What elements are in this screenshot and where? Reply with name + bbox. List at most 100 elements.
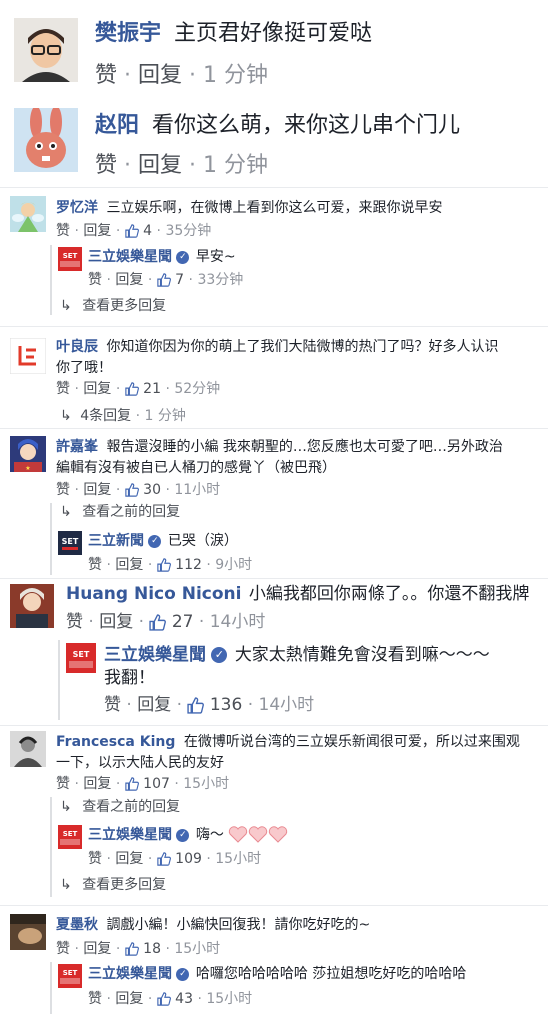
avatar[interactable]: ★ <box>10 436 46 472</box>
verified-badge-icon: ✓ <box>148 534 162 548</box>
reply-button[interactable]: 回复 <box>115 851 143 867</box>
timestamp[interactable]: 14小时 <box>210 612 266 632</box>
page-avatar[interactable]: SET <box>58 825 82 849</box>
like-count[interactable]: 7 <box>175 272 184 288</box>
like-count[interactable]: 30 <box>143 482 161 498</box>
comment-text: 你知道你因为你的萌上了我们大陆微博的热门了吗？好多人认识 <box>106 339 499 355</box>
comment-author[interactable]: 夏墨秋 <box>56 917 98 933</box>
reply-button[interactable]: 回复 <box>138 63 182 88</box>
comment-author[interactable]: 赵阳 <box>95 113 139 138</box>
comment-actions: 赞 · 回复 · 21 · 52分钟 <box>56 381 221 397</box>
like-button[interactable]: 赞 <box>66 612 83 632</box>
comment-author[interactable]: 許嘉峯 <box>56 439 98 455</box>
timestamp[interactable]: 14小时 <box>259 695 315 715</box>
reply-author[interactable]: 三立新聞 <box>88 533 144 549</box>
view-previous-replies[interactable]: ↳ 查看之前的回复 <box>60 796 180 818</box>
page-avatar[interactable]: SET <box>58 247 82 271</box>
thumbs-up-icon <box>157 992 171 1006</box>
reply-button[interactable]: 回复 <box>115 991 143 1007</box>
page-avatar[interactable]: SET <box>58 964 82 988</box>
reply-author[interactable]: 三立娛樂星聞 <box>104 645 206 665</box>
reply-text: 已哭（淚） <box>167 533 238 549</box>
svg-text:SET: SET <box>62 537 79 546</box>
timestamp[interactable]: 35分钟 <box>165 223 211 239</box>
page-avatar[interactable]: SET <box>66 643 96 673</box>
reply-button[interactable]: 回复 <box>115 272 143 288</box>
avatar[interactable] <box>10 338 46 374</box>
comment-actions: 赞 · 回复 · 1 分钟 <box>95 63 269 88</box>
comment-text: 三立娱乐啊，在微博上看到你这么可爱，来跟你说早安 <box>106 200 443 216</box>
comment-author[interactable]: Francesca King <box>56 734 175 750</box>
view-more-replies[interactable]: ↳ 查看更多回复 <box>60 295 166 317</box>
reply-button[interactable]: 回复 <box>137 695 171 715</box>
thumbs-up-icon <box>125 777 139 791</box>
view-more-replies[interactable]: ↳ 查看更多回复 <box>60 874 166 896</box>
like-button[interactable]: 赞 <box>56 223 70 239</box>
like-button[interactable]: 赞 <box>56 482 70 498</box>
like-button[interactable]: 赞 <box>88 272 102 288</box>
like-button[interactable]: 赞 <box>56 776 70 792</box>
avatar[interactable] <box>10 731 46 767</box>
like-button[interactable]: 赞 <box>56 381 70 397</box>
thumbs-up-icon <box>187 696 205 714</box>
thumbs-up-icon <box>157 558 171 572</box>
avatar[interactable] <box>10 914 46 950</box>
reply-author[interactable]: 三立娛樂星聞 <box>88 966 172 982</box>
heart-emoji-icon <box>229 826 288 843</box>
timestamp[interactable]: 15小时 <box>174 941 220 957</box>
comment-7: Francesca King 在微博听说台湾的三立娱乐新闻很可爱，所以过来围观 <box>56 731 520 753</box>
timestamp[interactable]: 9小时 <box>215 557 252 573</box>
timestamp[interactable]: 1 分钟 <box>203 153 268 178</box>
avatar[interactable] <box>14 108 78 172</box>
like-count[interactable]: 43 <box>175 991 193 1007</box>
reply-button[interactable]: 回复 <box>115 557 143 573</box>
comment-author[interactable]: 叶良辰 <box>56 339 98 355</box>
like-button[interactable]: 赞 <box>88 557 102 573</box>
like-button[interactable]: 赞 <box>88 851 102 867</box>
reply-button[interactable]: 回复 <box>138 153 182 178</box>
avatar[interactable] <box>10 196 46 232</box>
like-count[interactable]: 4 <box>143 223 152 239</box>
view-previous-replies[interactable]: ↳ 查看之前的回复 <box>60 501 180 523</box>
timestamp[interactable]: 15小时 <box>206 991 252 1007</box>
like-count[interactable]: 18 <box>143 941 161 957</box>
page-avatar[interactable]: SET <box>58 531 82 555</box>
avatar[interactable] <box>14 18 78 82</box>
like-count[interactable]: 21 <box>143 381 161 397</box>
svg-text:★: ★ <box>25 465 30 472</box>
reply-author[interactable]: 三立娛樂星聞 <box>88 827 172 843</box>
reply: 三立新聞 ✓ 已哭（淚） <box>88 530 238 552</box>
reply-actions: 赞 · 回复 · 112 · 9小时 <box>88 557 253 573</box>
like-count[interactable]: 136 <box>210 695 242 715</box>
like-count[interactable]: 27 <box>172 612 194 632</box>
comment-author[interactable]: 樊振宇 <box>95 21 161 46</box>
timestamp[interactable]: 1 分钟 <box>203 63 268 88</box>
like-count[interactable]: 112 <box>175 557 202 573</box>
timestamp[interactable]: 52分钟 <box>174 381 220 397</box>
comment-author[interactable]: Huang Nico Niconi <box>66 584 241 604</box>
reply-author[interactable]: 三立娛樂星聞 <box>88 249 172 265</box>
timestamp[interactable]: 11小时 <box>174 482 220 498</box>
reply-button[interactable]: 回复 <box>83 941 111 957</box>
like-count[interactable]: 109 <box>175 851 202 867</box>
timestamp[interactable]: 15小时 <box>215 851 261 867</box>
avatar[interactable] <box>10 584 54 628</box>
comment-actions: 赞 · 回复 · 30 · 11小时 <box>56 482 221 498</box>
like-button[interactable]: 赞 <box>104 695 121 715</box>
replies-count-link[interactable]: ↳ 4条回复 · 1 分钟 <box>60 405 186 427</box>
like-button[interactable]: 赞 <box>56 941 70 957</box>
comment-author[interactable]: 罗忆洋 <box>56 200 98 216</box>
timestamp[interactable]: 15小时 <box>183 776 229 792</box>
reply-arrow-icon: ↳ <box>60 877 72 893</box>
like-button[interactable]: 赞 <box>95 153 117 178</box>
reply-button[interactable]: 回复 <box>83 381 111 397</box>
like-count[interactable]: 107 <box>143 776 170 792</box>
timestamp[interactable]: 33分钟 <box>197 272 243 288</box>
reply-button[interactable]: 回复 <box>83 482 111 498</box>
comment-text-line-2: 編輯有沒有被自已人桶刀的感覺丫（被巴飛） <box>56 460 336 476</box>
reply-button[interactable]: 回复 <box>83 223 111 239</box>
like-button[interactable]: 赞 <box>95 63 117 88</box>
like-button[interactable]: 赞 <box>88 991 102 1007</box>
reply-button[interactable]: 回复 <box>83 776 111 792</box>
reply-button[interactable]: 回复 <box>99 612 133 632</box>
